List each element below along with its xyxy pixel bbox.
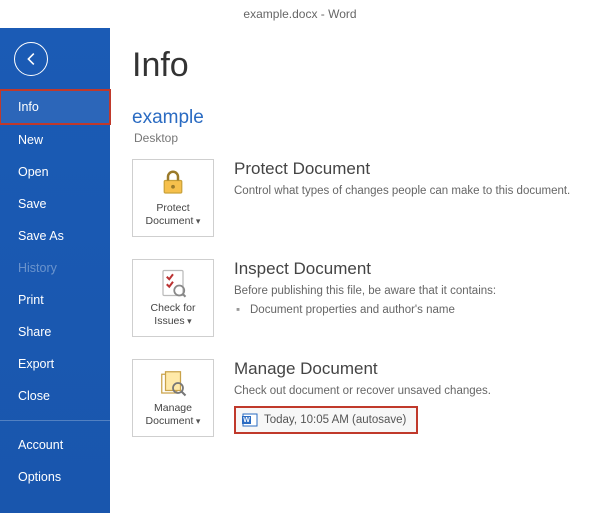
word-doc-icon: W (242, 412, 258, 428)
sidebar-item-label: Close (18, 389, 50, 403)
sidebar-item-label: Info (18, 100, 39, 114)
sidebar-item-save[interactable]: Save (0, 188, 110, 220)
section-title: Inspect Document (234, 259, 578, 279)
sidebar-separator (0, 420, 110, 421)
sidebar-item-export[interactable]: Export (0, 348, 110, 380)
checklist-icon (158, 268, 188, 298)
sidebar-item-account[interactable]: Account (0, 429, 110, 461)
sidebar-item-info[interactable]: Info (0, 90, 110, 124)
sidebar-item-label: Options (18, 470, 61, 484)
sidebar-item-label: Open (18, 165, 49, 179)
sidebar-item-label: Account (18, 438, 63, 452)
back-button[interactable] (14, 42, 48, 76)
sidebar-item-history: History (0, 252, 110, 284)
document-location: Desktop (134, 131, 578, 145)
document-name: example (132, 107, 578, 129)
documents-icon (158, 368, 188, 398)
lock-icon (158, 168, 188, 198)
sidebar-item-new[interactable]: New (0, 124, 110, 156)
sidebar-item-label: Save (18, 197, 47, 211)
sidebar-item-print[interactable]: Print (0, 284, 110, 316)
section-title: Protect Document (234, 159, 578, 179)
arrow-left-icon (22, 50, 40, 68)
issues-list: Document properties and author's name (234, 304, 578, 316)
tile-label: Check for Issues (137, 302, 209, 327)
sidebar-item-close[interactable]: Close (0, 380, 110, 412)
sidebar-item-label: Export (18, 357, 54, 371)
tile-label: Manage Document (137, 402, 209, 427)
section-title: Manage Document (234, 359, 578, 379)
section-description: Check out document or recover unsaved ch… (234, 383, 578, 400)
manage-section: Manage Document Manage Document Check ou… (132, 359, 578, 437)
info-panel: Info example Desktop Protect Document Pr… (110, 28, 600, 513)
tile-label: Protect Document (137, 202, 209, 227)
sidebar-item-label: History (18, 261, 57, 275)
autosave-version-item[interactable]: W Today, 10:05 AM (autosave) (234, 406, 418, 434)
protect-section: Protect Document Protect Document Contro… (132, 159, 578, 237)
backstage-sidebar: Info New Open Save Save As History Print… (0, 28, 110, 513)
sidebar-item-label: Print (18, 293, 44, 307)
section-description: Before publishing this file, be aware th… (234, 283, 578, 300)
inspect-section: Check for Issues Inspect Document Before… (132, 259, 578, 337)
sidebar-item-label: Share (18, 325, 51, 339)
issue-item: Document properties and author's name (234, 304, 578, 316)
protect-document-tile[interactable]: Protect Document (132, 159, 214, 237)
sidebar-item-share[interactable]: Share (0, 316, 110, 348)
title-bar: example.docx - Word (0, 0, 600, 28)
backstage-container: Info New Open Save Save As History Print… (0, 28, 600, 513)
sidebar-item-label: New (18, 133, 43, 147)
autosave-label: Today, 10:05 AM (autosave) (264, 414, 406, 426)
sidebar-item-open[interactable]: Open (0, 156, 110, 188)
sidebar-item-options[interactable]: Options (0, 461, 110, 493)
svg-text:W: W (243, 417, 250, 424)
check-for-issues-tile[interactable]: Check for Issues (132, 259, 214, 337)
manage-document-tile[interactable]: Manage Document (132, 359, 214, 437)
sidebar-item-save-as[interactable]: Save As (0, 220, 110, 252)
sidebar-item-label: Save As (18, 229, 64, 243)
page-title: Info (132, 46, 578, 85)
section-description: Control what types of changes people can… (234, 183, 578, 200)
